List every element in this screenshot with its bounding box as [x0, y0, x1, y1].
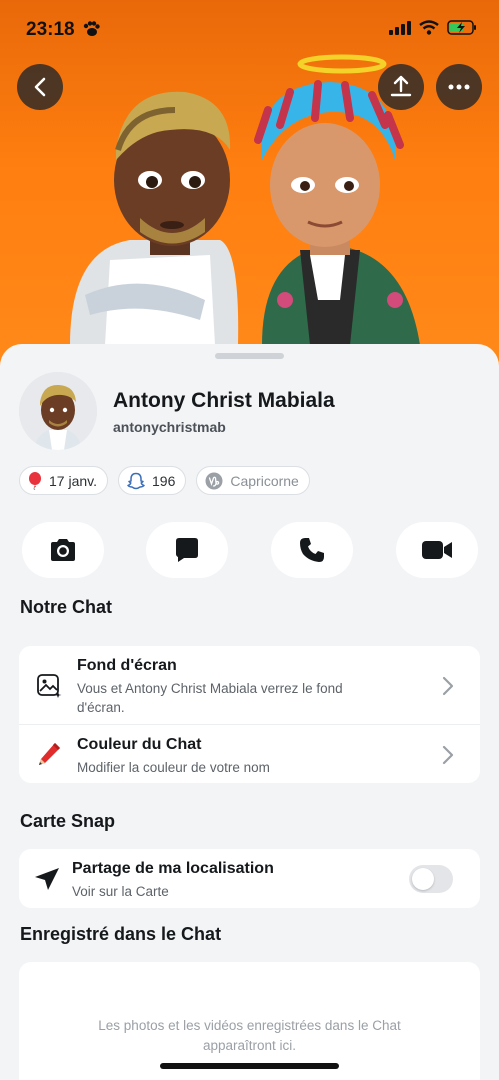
capricorn-icon — [205, 472, 223, 489]
video-icon — [422, 541, 452, 559]
chat-color-row[interactable]: Couleur du Chat Modifier la couleur de v… — [19, 725, 480, 783]
wallpaper-title: Fond d'écran — [77, 657, 177, 674]
paw-icon — [82, 21, 100, 42]
saved-empty-line2: apparaîtront ici. — [202, 1038, 297, 1053]
profile-hero-banner: 23:18 — [0, 0, 499, 380]
wallpaper-row[interactable]: Fond d'écran Vous et Antony Christ Mabia… — [19, 646, 480, 724]
location-arrow-icon — [34, 867, 60, 896]
chevron-right-icon — [442, 745, 454, 765]
status-bar: 23:18 — [0, 0, 499, 60]
saved-empty-message: Les photos et les vidéos enregistrées da… — [19, 1016, 480, 1056]
location-sharing-row[interactable]: Partage de ma localisation Voir sur la C… — [19, 849, 480, 908]
bitmoji-avatar-icon — [19, 372, 97, 450]
snapchat-ghost-icon — [127, 472, 145, 489]
signal-icon — [389, 20, 411, 40]
notre-chat-card: Fond d'écran Vous et Antony Christ Mabia… — [19, 646, 480, 783]
chat-button[interactable] — [146, 522, 228, 578]
more-horizontal-icon — [448, 84, 470, 90]
birthday-chip-label: 17 janv. — [49, 472, 97, 489]
status-time: 23:18 — [26, 19, 75, 40]
carte-snap-card: Partage de ma localisation Voir sur la C… — [19, 849, 480, 908]
profile-display-name: Antony Christ Mabiala — [113, 389, 335, 412]
battery-charging-icon — [447, 20, 477, 40]
avatar[interactable] — [19, 372, 97, 450]
zodiac-chip[interactable]: Capricorne — [196, 466, 310, 495]
camera-icon — [51, 539, 75, 561]
phone-icon — [300, 538, 324, 562]
location-sharing-title: Partage de ma localisation — [72, 860, 274, 877]
chat-icon — [176, 538, 198, 562]
quick-actions — [22, 522, 478, 578]
location-sharing-toggle[interactable] — [409, 865, 453, 893]
notre-chat-heading: Notre Chat — [20, 597, 113, 617]
carte-snap-heading: Carte Snap — [20, 811, 116, 831]
camera-button[interactable] — [22, 522, 104, 578]
toggle-knob — [412, 868, 434, 890]
profile-username: antonychristmab — [113, 419, 226, 435]
more-options-button[interactable] — [436, 64, 482, 110]
wallpaper-icon — [37, 674, 63, 705]
snapscore-chip-label: 196 — [152, 472, 176, 489]
chevron-left-icon — [34, 77, 46, 97]
chat-color-title: Couleur du Chat — [77, 736, 202, 753]
share-button[interactable] — [378, 64, 424, 110]
profile-chips: 17 janv. 196 Capricorne — [19, 466, 310, 495]
profile-sheet: Antony Christ Mabiala antonychristmab 17… — [0, 344, 499, 1080]
wifi-icon — [419, 20, 439, 40]
sheet-grabber[interactable] — [215, 353, 284, 359]
wallpaper-subtitle-line1: Vous et Antony Christ Mabiala verrez le … — [77, 681, 343, 696]
zodiac-chip-label: Capricorne — [230, 472, 299, 489]
home-indicator[interactable] — [160, 1063, 339, 1069]
video-call-button[interactable] — [396, 522, 478, 578]
saved-in-chat-heading: Enregistré dans le Chat — [20, 924, 222, 944]
upload-icon — [390, 75, 412, 97]
back-button[interactable] — [17, 64, 63, 110]
pencil-icon — [36, 741, 62, 772]
birthday-chip[interactable]: 17 janv. — [19, 466, 108, 495]
balloon-icon — [29, 471, 41, 490]
wallpaper-subtitle-line2: d'écran. — [77, 700, 125, 715]
chevron-right-icon — [442, 676, 454, 696]
location-sharing-subtitle: Voir sur la Carte — [72, 884, 169, 899]
saved-empty-line1: Les photos et les vidéos enregistrées da… — [98, 1018, 401, 1033]
chat-color-subtitle: Modifier la couleur de votre nom — [77, 760, 270, 775]
snapscore-chip[interactable]: 196 — [118, 466, 187, 495]
call-button[interactable] — [271, 522, 353, 578]
